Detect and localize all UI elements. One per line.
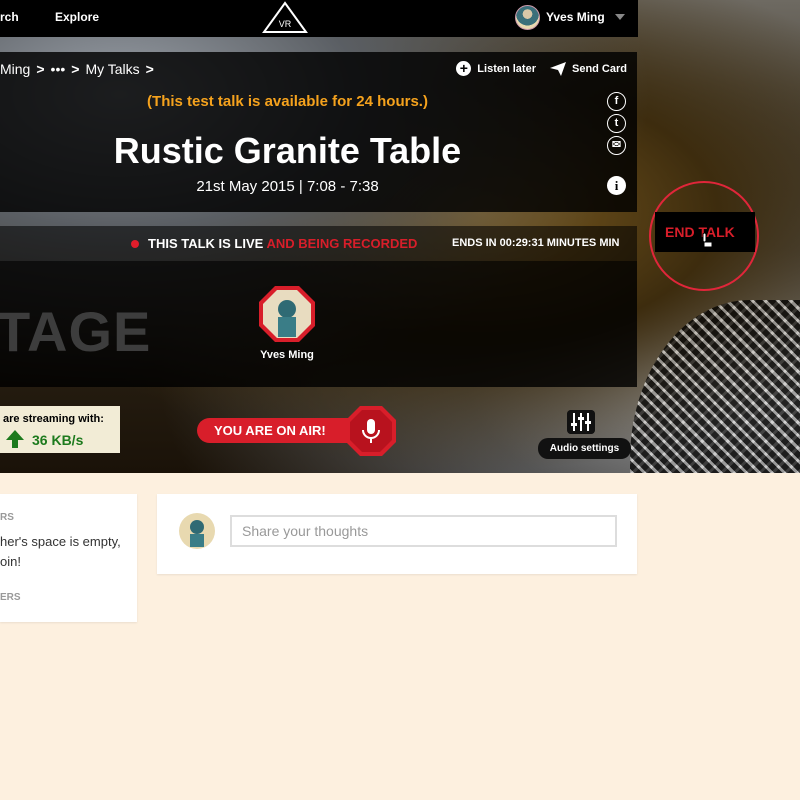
speaker-avatar[interactable] <box>258 285 316 343</box>
listeners-card: RS her's space is empty, oin! ERS <box>0 494 137 622</box>
breadcrumb-item-user[interactable]: Ming <box>0 61 30 77</box>
empty-space-text: her's space is empty, <box>0 534 121 549</box>
live-status-text: THIS TALK IS LIVE AND BEING RECORDED <box>148 236 417 251</box>
ends-in-timer: ENDS IN 00:29:31 MINUTES MIN <box>452 237 620 249</box>
panel-actions: + Listen later Send Card <box>456 61 627 76</box>
logo-text: VR <box>279 19 292 29</box>
sliders-icon[interactable] <box>567 410 595 434</box>
social-share: f t ✉ <box>607 92 626 155</box>
live-dot-icon <box>131 240 139 248</box>
twitter-icon[interactable]: t <box>607 114 626 133</box>
talk-title: Rustic Granite Table <box>113 130 462 171</box>
talk-date: 21st May 2015 | 7:08 - 7:38 <box>196 178 379 195</box>
listen-later-label: Listen later <box>477 62 536 75</box>
streaming-label: are streaming with: <box>3 413 104 425</box>
on-air-indicator: YOU ARE ON AIR! <box>197 418 365 443</box>
breadcrumb-ellipsis[interactable]: ••• <box>51 61 66 77</box>
arrow-up-icon <box>6 430 24 448</box>
hand-cursor-icon <box>702 233 713 248</box>
stage-area: TAGE Yves Ming <box>0 261 637 387</box>
paper-plane-icon <box>549 61 566 76</box>
chevron-down-icon[interactable] <box>615 14 625 20</box>
facebook-icon[interactable]: f <box>607 92 626 111</box>
chevron-right-icon: > <box>145 61 154 77</box>
chevron-right-icon: > <box>71 61 80 77</box>
user-avatar[interactable] <box>515 5 540 30</box>
live-status-white: THIS TALK IS LIVE <box>148 236 267 251</box>
top-nav: rch Explore VR Yves Ming <box>0 0 638 37</box>
stage-heading: TAGE <box>0 300 152 363</box>
availability-notice: (This test talk is available for 24 hour… <box>147 93 428 110</box>
talk-info-panel: Ming > ••• > My Talks > + Listen later S… <box>0 52 637 212</box>
plus-circle-icon: + <box>456 61 472 76</box>
followers-heading: ERS <box>0 592 21 603</box>
chevron-right-icon: > <box>36 61 45 77</box>
nav-search-link[interactable]: rch <box>0 10 19 24</box>
breadcrumb-item-my-talks[interactable]: My Talks <box>85 61 139 77</box>
microphone-mesh-image <box>630 300 800 473</box>
audio-settings-button[interactable]: Audio settings <box>538 438 631 459</box>
send-card-label: Send Card <box>571 62 627 75</box>
streaming-info: are streaming with: 36 KB/s <box>0 406 120 453</box>
info-icon[interactable]: i <box>607 176 626 195</box>
email-icon[interactable]: ✉ <box>607 136 626 155</box>
live-status-bar: THIS TALK IS LIVE AND BEING RECORDED END… <box>0 226 637 261</box>
listen-later-button[interactable]: + Listen later <box>456 61 536 76</box>
vr-logo-icon[interactable]: VR <box>262 1 308 34</box>
microphone-button[interactable] <box>345 405 397 457</box>
streaming-rate: 36 KB/s <box>32 432 84 448</box>
breadcrumb: Ming > ••• > My Talks > <box>0 61 154 77</box>
nav-explore-link[interactable]: Explore <box>55 10 99 24</box>
comment-card <box>157 494 637 574</box>
listeners-heading: RS <box>0 512 14 523</box>
speaker-name: Yves Ming <box>260 349 314 361</box>
share-thoughts-input[interactable] <box>230 515 617 547</box>
user-name[interactable]: Yves Ming <box>546 10 605 24</box>
commenter-avatar <box>179 513 215 549</box>
live-status-red: AND BEING RECORDED <box>266 236 418 251</box>
send-card-button[interactable]: Send Card <box>549 61 627 76</box>
join-text: oin! <box>0 554 21 569</box>
